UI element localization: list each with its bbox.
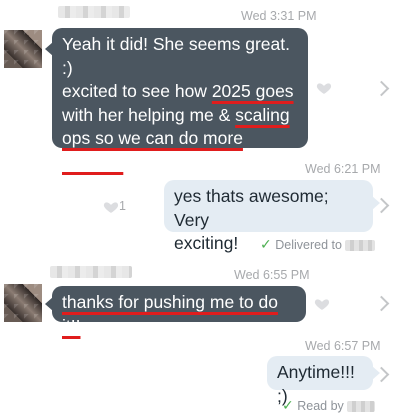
heart-icon[interactable] xyxy=(314,296,330,312)
checkmark-icon: ✓ xyxy=(282,397,294,413)
sender-name-redacted xyxy=(50,266,132,278)
message-line: thanks for pushing me to do it!! xyxy=(62,292,278,336)
chevron-right-icon[interactable] xyxy=(373,295,390,312)
chevron-right-icon[interactable] xyxy=(373,80,390,97)
message-timestamp: Wed 6:55 PM xyxy=(234,268,310,282)
like-count: 1 xyxy=(119,199,126,213)
sender-name-redacted xyxy=(58,6,130,18)
message-bubble-incoming[interactable]: Yeah it did! She seems great. :) excited… xyxy=(45,28,308,172)
message-line: with her helping me & scaling xyxy=(62,104,290,125)
message-timestamp: Wed 3:31 PM xyxy=(241,9,317,23)
message-bubble-incoming[interactable]: thanks for pushing me to do it!! xyxy=(45,286,306,336)
recipient-name-redacted xyxy=(345,240,376,252)
message-bubble-outgoing[interactable]: Anytime!!! ;) xyxy=(267,356,380,406)
heart-icon[interactable] xyxy=(316,80,332,96)
message-line: yes thats awesome; Very xyxy=(174,186,329,230)
recipient-name-redacted xyxy=(347,401,376,413)
avatar[interactable] xyxy=(4,30,42,68)
read-status: ✓ Read by xyxy=(282,397,376,414)
heart-icon[interactable] xyxy=(103,199,119,215)
message-line: things!!! xyxy=(62,151,124,172)
message-bubble-outgoing[interactable]: yes thats awesome; Very exciting! xyxy=(164,180,380,253)
message-timestamp: Wed 6:21 PM xyxy=(305,162,381,176)
checkmark-icon: ✓ xyxy=(260,236,272,252)
message-line: excited to see how 2025 goes xyxy=(62,81,294,101)
message-timestamp: Wed 6:57 PM xyxy=(305,339,381,353)
avatar[interactable] xyxy=(4,284,42,322)
message-line: ops so we can do more xyxy=(62,128,243,148)
delivery-status: ✓ Delivered to xyxy=(260,236,376,253)
message-line: Yeah it did! She seems great. :) xyxy=(62,34,290,78)
